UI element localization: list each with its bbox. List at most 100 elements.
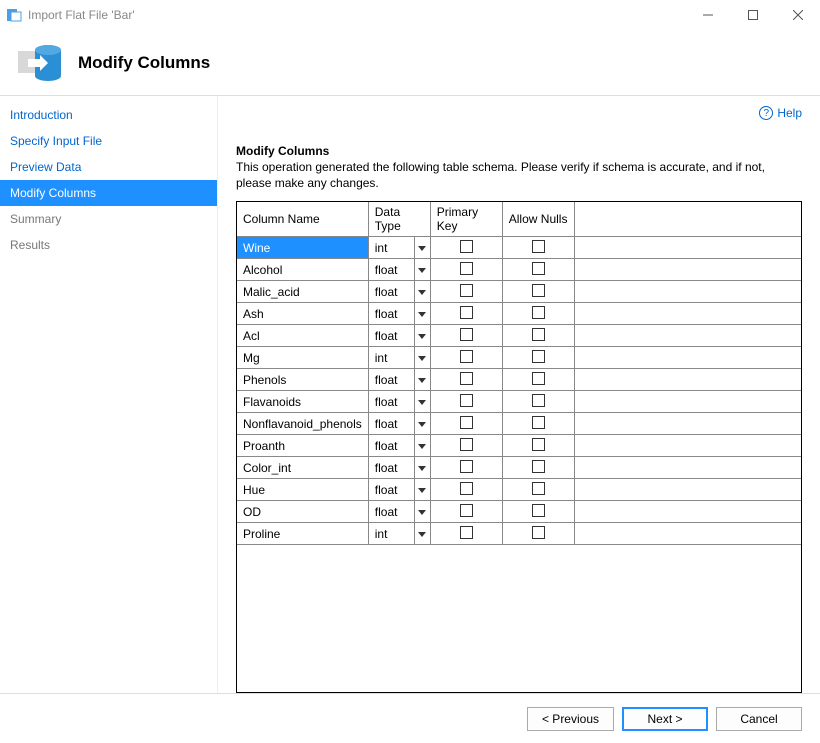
allow-nulls-checkbox[interactable] bbox=[532, 328, 545, 341]
allow-nulls-cell bbox=[502, 391, 574, 413]
chevron-down-icon[interactable] bbox=[414, 501, 430, 522]
primary-key-checkbox[interactable] bbox=[460, 284, 473, 297]
column-name-cell[interactable]: Mg bbox=[237, 347, 368, 369]
table-row: Nonflavanoid_phenolsfloat bbox=[237, 413, 801, 435]
minimize-button[interactable] bbox=[685, 0, 730, 30]
chevron-down-icon[interactable] bbox=[414, 237, 430, 258]
primary-key-checkbox[interactable] bbox=[460, 306, 473, 319]
chevron-down-icon[interactable] bbox=[414, 369, 430, 390]
allow-nulls-checkbox[interactable] bbox=[532, 460, 545, 473]
table-row: Prolineint bbox=[237, 523, 801, 545]
sidebar-item-results[interactable]: Results bbox=[0, 232, 217, 258]
data-type-cell[interactable]: float bbox=[368, 303, 430, 325]
column-name-cell[interactable]: OD bbox=[237, 501, 368, 523]
allow-nulls-cell bbox=[502, 369, 574, 391]
sidebar-item-specify-input-file[interactable]: Specify Input File bbox=[0, 128, 217, 154]
previous-button[interactable]: < Previous bbox=[527, 707, 614, 731]
cancel-button[interactable]: Cancel bbox=[716, 707, 802, 731]
column-name-cell[interactable]: Wine bbox=[237, 237, 368, 259]
data-type-cell[interactable]: float bbox=[368, 369, 430, 391]
allow-nulls-checkbox[interactable] bbox=[532, 306, 545, 319]
allow-nulls-checkbox[interactable] bbox=[532, 372, 545, 385]
chevron-down-icon[interactable] bbox=[414, 435, 430, 456]
data-type-cell[interactable]: float bbox=[368, 259, 430, 281]
column-name-cell[interactable]: Color_int bbox=[237, 457, 368, 479]
column-name-cell[interactable]: Alcohol bbox=[237, 259, 368, 281]
sidebar-item-label: Modify Columns bbox=[10, 186, 96, 200]
allow-nulls-checkbox[interactable] bbox=[532, 240, 545, 253]
column-name-cell[interactable]: Flavanoids bbox=[237, 391, 368, 413]
allow-nulls-checkbox[interactable] bbox=[532, 350, 545, 363]
column-name-cell[interactable]: Hue bbox=[237, 479, 368, 501]
data-type-cell[interactable]: float bbox=[368, 457, 430, 479]
data-type-cell[interactable]: float bbox=[368, 501, 430, 523]
data-type-cell[interactable]: float bbox=[368, 281, 430, 303]
column-name-cell[interactable]: Phenols bbox=[237, 369, 368, 391]
primary-key-checkbox[interactable] bbox=[460, 460, 473, 473]
chevron-down-icon[interactable] bbox=[414, 281, 430, 302]
data-type-cell[interactable]: float bbox=[368, 479, 430, 501]
allow-nulls-cell bbox=[502, 347, 574, 369]
primary-key-checkbox[interactable] bbox=[460, 350, 473, 363]
allow-nulls-checkbox[interactable] bbox=[532, 284, 545, 297]
close-button[interactable] bbox=[775, 0, 820, 30]
column-name-cell[interactable]: Malic_acid bbox=[237, 281, 368, 303]
allow-nulls-checkbox[interactable] bbox=[532, 438, 545, 451]
chevron-down-icon[interactable] bbox=[414, 325, 430, 346]
sidebar-item-summary[interactable]: Summary bbox=[0, 206, 217, 232]
data-type-cell[interactable]: int bbox=[368, 523, 430, 545]
primary-key-checkbox[interactable] bbox=[460, 262, 473, 275]
data-type-cell[interactable]: float bbox=[368, 391, 430, 413]
maximize-button[interactable] bbox=[730, 0, 775, 30]
sidebar-item-modify-columns[interactable]: Modify Columns bbox=[0, 180, 217, 206]
primary-key-cell bbox=[430, 281, 502, 303]
column-name-cell[interactable]: Proline bbox=[237, 523, 368, 545]
column-name-cell[interactable]: Proanth bbox=[237, 435, 368, 457]
sidebar-item-preview-data[interactable]: Preview Data bbox=[0, 154, 217, 180]
chevron-down-icon[interactable] bbox=[414, 303, 430, 324]
header-data-type[interactable]: Data Type bbox=[368, 202, 430, 237]
header-primary-key[interactable]: Primary Key bbox=[430, 202, 502, 237]
primary-key-checkbox[interactable] bbox=[460, 416, 473, 429]
primary-key-checkbox[interactable] bbox=[460, 438, 473, 451]
allow-nulls-checkbox[interactable] bbox=[532, 504, 545, 517]
allow-nulls-checkbox[interactable] bbox=[532, 526, 545, 539]
sidebar-item-introduction[interactable]: Introduction bbox=[0, 102, 217, 128]
header-column-name[interactable]: Column Name bbox=[237, 202, 368, 237]
primary-key-cell bbox=[430, 457, 502, 479]
help-link[interactable]: ? Help bbox=[759, 106, 802, 120]
spacer-cell bbox=[574, 501, 801, 523]
window-title: Import Flat File 'Bar' bbox=[28, 8, 685, 22]
column-name-cell[interactable]: Acl bbox=[237, 325, 368, 347]
primary-key-checkbox[interactable] bbox=[460, 504, 473, 517]
data-type-cell[interactable]: int bbox=[368, 237, 430, 259]
chevron-down-icon[interactable] bbox=[414, 523, 430, 544]
allow-nulls-checkbox[interactable] bbox=[532, 394, 545, 407]
allow-nulls-checkbox[interactable] bbox=[532, 262, 545, 275]
data-type-cell[interactable]: float bbox=[368, 435, 430, 457]
data-type-cell[interactable]: int bbox=[368, 347, 430, 369]
primary-key-checkbox[interactable] bbox=[460, 372, 473, 385]
help-icon: ? bbox=[759, 106, 773, 120]
header-allow-nulls[interactable]: Allow Nulls bbox=[502, 202, 574, 237]
table-row: Malic_acidfloat bbox=[237, 281, 801, 303]
data-type-cell[interactable]: float bbox=[368, 413, 430, 435]
column-name-cell[interactable]: Ash bbox=[237, 303, 368, 325]
chevron-down-icon[interactable] bbox=[414, 347, 430, 368]
chevron-down-icon[interactable] bbox=[414, 391, 430, 412]
allow-nulls-checkbox[interactable] bbox=[532, 482, 545, 495]
primary-key-checkbox[interactable] bbox=[460, 240, 473, 253]
data-type-cell[interactable]: float bbox=[368, 325, 430, 347]
primary-key-checkbox[interactable] bbox=[460, 328, 473, 341]
chevron-down-icon[interactable] bbox=[414, 259, 430, 280]
column-name-cell[interactable]: Nonflavanoid_phenols bbox=[237, 413, 368, 435]
allow-nulls-checkbox[interactable] bbox=[532, 416, 545, 429]
chevron-down-icon[interactable] bbox=[414, 479, 430, 500]
primary-key-checkbox[interactable] bbox=[460, 394, 473, 407]
chevron-down-icon[interactable] bbox=[414, 413, 430, 434]
primary-key-checkbox[interactable] bbox=[460, 482, 473, 495]
chevron-down-icon[interactable] bbox=[414, 457, 430, 478]
spacer-cell bbox=[574, 391, 801, 413]
next-button[interactable]: Next > bbox=[622, 707, 708, 731]
primary-key-checkbox[interactable] bbox=[460, 526, 473, 539]
